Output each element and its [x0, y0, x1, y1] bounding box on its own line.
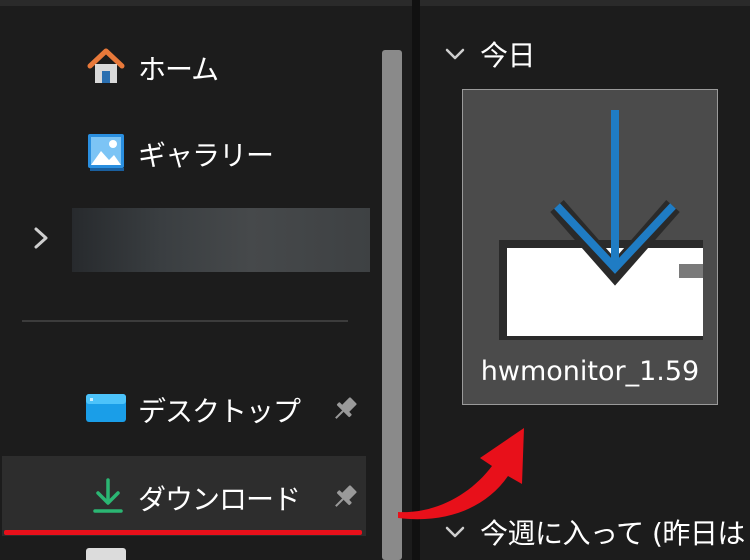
sidebar-item-downloads[interactable]: ダウンロード — [2, 456, 366, 536]
annotation-arrow-icon — [398, 428, 524, 520]
chevron-right-icon[interactable] — [26, 220, 56, 256]
file-name: hwmonitor_1.59 — [480, 356, 700, 387]
pin-icon[interactable] — [328, 480, 362, 514]
sidebar-item-label: ホーム — [138, 53, 219, 86]
sidebar-item-desktop[interactable]: デスクトップ — [0, 372, 370, 444]
group-header-label: 今日 — [480, 39, 536, 72]
home-icon — [84, 44, 128, 88]
sidebar-item-gallery[interactable]: ギャラリー — [0, 116, 370, 188]
gallery-icon — [84, 130, 128, 174]
sidebar-item-collapsed[interactable] — [0, 202, 370, 274]
pin-icon[interactable] — [328, 392, 362, 426]
redacted-label — [72, 208, 370, 272]
sidebar-item-label: ダウンロード — [138, 483, 301, 516]
navigation-pane: ホーム ギャラリー デスクトップ ダウンロード — [0, 6, 412, 560]
sidebar-item-label: デスクトップ — [138, 395, 301, 428]
download-folder-icon — [86, 474, 130, 518]
nav-divider — [22, 320, 348, 322]
group-header-today[interactable]: 今日 — [442, 34, 536, 74]
chevron-down-icon[interactable] — [442, 42, 468, 66]
partial-nav-item-icon — [86, 548, 126, 560]
desktop-folder-icon — [84, 386, 128, 430]
sidebar-item-home[interactable]: ホーム — [0, 30, 370, 102]
sidebar-item-label: ギャラリー — [138, 139, 274, 172]
file-item[interactable]: hwmonitor_1.59 — [462, 89, 718, 405]
annotation-underline — [4, 530, 362, 535]
installer-download-icon — [499, 110, 703, 340]
